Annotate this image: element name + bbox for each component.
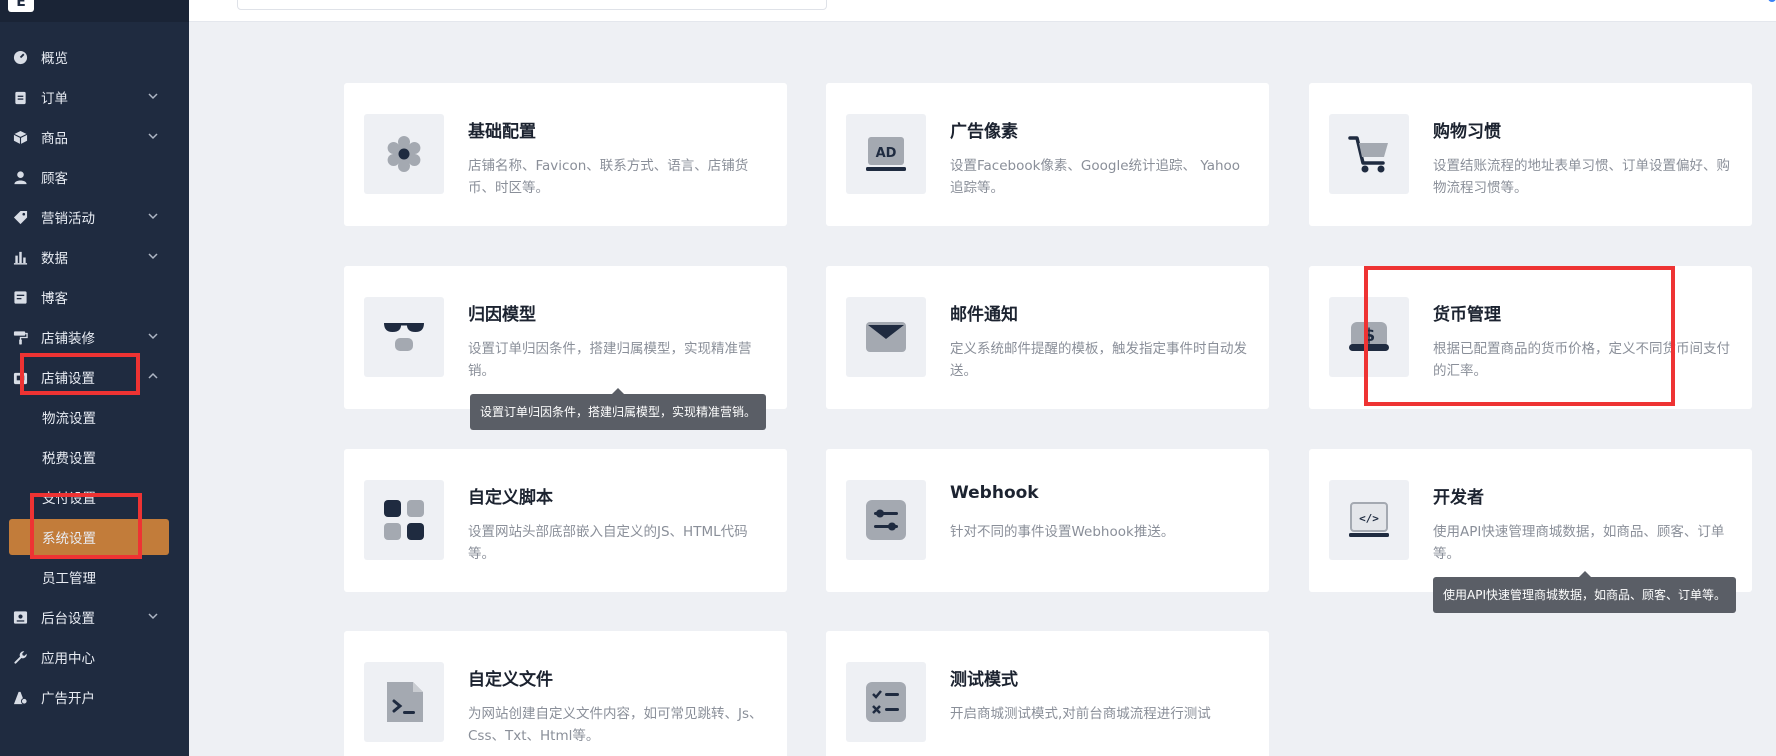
glasses-icon bbox=[364, 297, 444, 377]
sidebar-item-label: 后台设置 bbox=[41, 611, 95, 627]
card-title: 自定义文件 bbox=[468, 670, 553, 690]
dashboard-icon bbox=[13, 50, 28, 65]
card-title: 测试模式 bbox=[950, 670, 1018, 690]
settings-card[interactable]: AD 广告像素设置Facebook像素、Google统计追踪、 Yahoo追踪等。 bbox=[826, 83, 1269, 226]
highlight-store-settings bbox=[20, 353, 140, 395]
card-title: 广告像素 bbox=[950, 122, 1018, 142]
settings-card[interactable]: </> 开发者使用API快速管理商城数据，如商品、顾客、订单等。 bbox=[1309, 449, 1752, 592]
sidebar-item-label: 订单 bbox=[41, 91, 68, 107]
notification-dot-icon[interactable] bbox=[1768, 0, 1776, 2]
card-title: 自定义脚本 bbox=[468, 488, 553, 508]
sidebar-item[interactable]: 营销活动 bbox=[0, 197, 189, 237]
user-icon bbox=[13, 170, 28, 185]
settings-card[interactable]: 邮件通知定义系统邮件提醒的模板，触发指定事件时自动发送。 bbox=[826, 266, 1269, 409]
settings-card[interactable]: Webhook 针对不同的事件设置Webhook推送。 bbox=[826, 449, 1269, 592]
terminal-file-icon bbox=[364, 662, 444, 742]
tooltip-attribution: 设置订单归因条件，搭建归属模型，实现精准营销。 bbox=[470, 388, 767, 430]
bar-chart-icon bbox=[13, 250, 28, 265]
code-laptop-icon: </> bbox=[1329, 480, 1409, 560]
envelope-icon bbox=[846, 297, 926, 377]
sidebar-item[interactable]: 订单 bbox=[0, 77, 189, 117]
card-description: 针对不同的事件设置Webhook推送。 bbox=[950, 524, 1175, 540]
settings-card[interactable]: 基础配置店铺名称、Favicon、联系方式、语言、店铺货币、时区等。 bbox=[344, 83, 787, 226]
sliders-icon bbox=[846, 480, 926, 560]
sidebar-item-label: 营销活动 bbox=[41, 211, 95, 227]
chevron-down-icon bbox=[147, 130, 159, 142]
clipboard-icon bbox=[13, 90, 28, 105]
card-title: 开发者 bbox=[1433, 488, 1484, 508]
svg-text:AD: AD bbox=[876, 146, 897, 161]
sidebar-item-label: 数据 bbox=[41, 251, 68, 267]
sidebar-item[interactable]: 店铺装修 bbox=[0, 317, 189, 357]
gear-icon bbox=[364, 114, 444, 194]
card-title: 归因模型 bbox=[468, 305, 536, 325]
highlight-system-settings bbox=[30, 493, 142, 559]
card-description: 定义系统邮件提醒的模板，触发指定事件时自动发送。 bbox=[950, 341, 1247, 379]
tooltip-text: 使用API快速管理商城数据，如商品、顾客、订单等。 bbox=[1443, 588, 1726, 602]
sidebar-item-label: 广告开户 bbox=[41, 691, 95, 707]
search-input[interactable] bbox=[237, 0, 827, 10]
card-title: Webhook bbox=[950, 483, 1039, 503]
card-description: 店铺名称、Favicon、联系方式、语言、店铺货币、时区等。 bbox=[468, 158, 749, 196]
card-title: 邮件通知 bbox=[950, 305, 1018, 325]
ad-open-icon bbox=[13, 690, 28, 705]
wrench-icon bbox=[13, 650, 28, 665]
sidebar-item-label: 博客 bbox=[41, 291, 68, 307]
sidebar-subitem[interactable]: 物流设置 bbox=[0, 397, 189, 437]
paint-roller-icon bbox=[13, 330, 28, 345]
cart-icon bbox=[1329, 114, 1409, 194]
sidebar-item[interactable]: 商品 bbox=[0, 117, 189, 157]
highlight-currency-card bbox=[1364, 266, 1675, 406]
sidebar-subitem[interactable]: 税费设置 bbox=[0, 437, 189, 477]
ad-monitor-icon: AD bbox=[846, 114, 926, 194]
card-title: 基础配置 bbox=[468, 122, 536, 142]
svg-text:</>: </> bbox=[1359, 512, 1379, 525]
settings-card[interactable]: 自定义文件为网站创建自定义文件内容，如可常见跳转、Js、Css、Txt、Html… bbox=[344, 631, 787, 756]
chevron-down-icon bbox=[147, 250, 159, 262]
chevron-down-icon bbox=[147, 330, 159, 342]
chevron-down-icon bbox=[147, 90, 159, 102]
sidebar-item-label: 概览 bbox=[41, 51, 68, 67]
settings-card[interactable]: 购物习惯设置结账流程的地址表单习惯、订单设置偏好、购物流程习惯等。 bbox=[1309, 83, 1752, 226]
logo[interactable]: E bbox=[8, 0, 34, 12]
card-description: 设置订单归因条件，搭建归属模型，实现精准营销。 bbox=[468, 341, 752, 379]
sidebar-item-label: 应用中心 bbox=[41, 651, 95, 667]
settings-card[interactable]: 自定义脚本设置网站头部底部嵌入自定义的JS、HTML代码等。 bbox=[344, 449, 787, 592]
sidebar-item-label: 顾客 bbox=[41, 171, 68, 187]
settings-card[interactable]: 归因模型设置订单归因条件，搭建归属模型，实现精准营销。 bbox=[344, 266, 787, 409]
sidebar-item-label: 商品 bbox=[41, 131, 68, 147]
sidebar-item[interactable]: 应用中心 bbox=[0, 637, 189, 677]
tooltip-developer: 使用API快速管理商城数据，如商品、顾客、订单等。 bbox=[1433, 571, 1736, 613]
card-description: 设置网站头部底部嵌入自定义的JS、HTML代码等。 bbox=[468, 524, 748, 562]
sidebar-item[interactable]: 数据 bbox=[0, 237, 189, 277]
card-title: 购物习惯 bbox=[1433, 122, 1501, 142]
card-description: 开启商城测试模式,对前台商城流程进行测试 bbox=[950, 706, 1211, 722]
chevron-up-icon bbox=[147, 370, 159, 382]
blocks-icon bbox=[364, 480, 444, 560]
sidebar-item[interactable]: 广告开户 bbox=[0, 677, 189, 717]
tooltip-text: 设置订单归因条件，搭建归属模型，实现精准营销。 bbox=[480, 405, 757, 419]
sidebar-item[interactable]: 后台设置 bbox=[0, 597, 189, 637]
box-icon bbox=[13, 130, 28, 145]
top-bar bbox=[189, 0, 1776, 22]
sidebar-item-label: 店铺装修 bbox=[41, 331, 95, 347]
chevron-down-icon bbox=[147, 210, 159, 222]
card-description: 为网站创建自定义文件内容，如可常见跳转、Js、Css、Txt、Html等。 bbox=[468, 706, 763, 744]
blog-icon bbox=[13, 290, 28, 305]
chevron-down-icon bbox=[147, 610, 159, 622]
top-right-area bbox=[1768, 0, 1776, 2]
sidebar-item[interactable]: 博客 bbox=[0, 277, 189, 317]
sidebar-item[interactable]: 顾客 bbox=[0, 157, 189, 197]
sidebar-subitem[interactable]: 员工管理 bbox=[0, 557, 189, 597]
admin-icon bbox=[13, 610, 28, 625]
tag-icon bbox=[13, 210, 28, 225]
logo-strip: E bbox=[0, 0, 189, 22]
settings-card[interactable]: 测试模式开启商城测试模式,对前台商城流程进行测试 bbox=[826, 631, 1269, 756]
card-description: 设置Facebook像素、Google统计追踪、 Yahoo追踪等。 bbox=[950, 158, 1241, 196]
card-description: 设置结账流程的地址表单习惯、订单设置偏好、购物流程习惯等。 bbox=[1433, 158, 1730, 196]
checklist-icon bbox=[846, 662, 926, 742]
card-description: 使用API快速管理商城数据，如商品、顾客、订单等。 bbox=[1433, 524, 1725, 562]
sidebar-item[interactable]: 概览 bbox=[0, 37, 189, 77]
